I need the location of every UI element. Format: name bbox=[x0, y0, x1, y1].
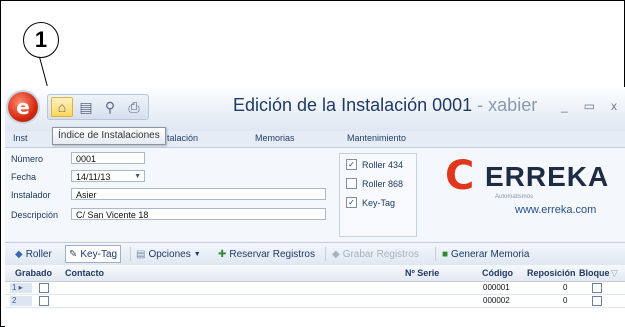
check-label: Key-Tag bbox=[362, 197, 396, 208]
callout-marker: 1 bbox=[23, 22, 59, 58]
roller-button[interactable]: ◆ Roller bbox=[15, 246, 52, 262]
chevron-down-icon[interactable]: ▼ bbox=[134, 171, 141, 183]
bloque-checkbox[interactable] bbox=[592, 296, 602, 306]
print-icon[interactable]: ⎙ bbox=[123, 97, 145, 117]
col-bloque[interactable]: Bloque bbox=[579, 268, 610, 278]
keytag-button[interactable]: ✎ Key-Tag bbox=[65, 245, 122, 263]
menu-item-instalacion[interactable]: Inst bbox=[13, 133, 28, 143]
roller-icon: ◆ bbox=[15, 248, 23, 260]
instalador-field[interactable]: Asier bbox=[71, 188, 326, 200]
fecha-label: Fecha bbox=[11, 172, 37, 182]
erreka-logo: C ERREKA Automatismos www.erreka.com bbox=[445, 156, 615, 216]
home-icon[interactable]: ⌂ bbox=[51, 97, 73, 117]
window-title-user: - xabier bbox=[472, 95, 538, 115]
minimize-button[interactable]: _ bbox=[561, 99, 568, 113]
device-type-group: ✓ Roller 434 Roller 868 ✓ Key-Tag bbox=[339, 153, 417, 237]
logo-word: ERREKA bbox=[485, 161, 610, 192]
check-label: Roller 868 bbox=[362, 178, 404, 189]
memory-icon: ■ bbox=[442, 248, 449, 260]
row-number: 1 ▸ bbox=[10, 283, 32, 293]
installation-form: Número 0001 Fecha 14/11/13 ▼ Instalador A… bbox=[5, 148, 625, 241]
records-grid: Grabado Contacto Nº Serie Código Reposic… bbox=[5, 265, 625, 327]
grabado-checkbox[interactable] bbox=[39, 296, 49, 306]
table-row[interactable]: 2 000002 0 bbox=[5, 295, 625, 308]
col-serie[interactable]: Nº Serie bbox=[405, 268, 439, 278]
close-button[interactable]: x bbox=[611, 99, 617, 113]
pen-icon: ✎ bbox=[69, 248, 78, 260]
toolbar-divider bbox=[130, 247, 131, 261]
window-title: Edición de la Instalación 0001 - xabier bbox=[233, 95, 537, 116]
opciones-label: Opciones bbox=[148, 248, 191, 260]
generar-memoria-button[interactable]: ■ Generar Memoria bbox=[442, 246, 529, 262]
record-icon: ◆ bbox=[332, 248, 340, 260]
title-bar: e ⌂ ▤ ⚲ ⎙ Edición de la Instalación 0001… bbox=[5, 87, 625, 131]
logo-e-icon: C bbox=[445, 153, 475, 199]
roller-label: Roller bbox=[25, 248, 52, 260]
logo-subtitle: Automatismos bbox=[495, 194, 534, 200]
reposicion-cell: 0 bbox=[563, 296, 568, 305]
reposicion-cell: 0 bbox=[563, 283, 568, 292]
numero-field[interactable]: 0001 bbox=[71, 152, 145, 164]
logo-url[interactable]: www.erreka.com bbox=[515, 204, 596, 216]
reservar-registros-button[interactable]: ✚ Reservar Registros bbox=[218, 246, 315, 262]
toolbar-divider bbox=[325, 247, 326, 261]
codigo-cell: 000001 bbox=[483, 283, 510, 292]
maximize-button[interactable]: ▭ bbox=[584, 99, 595, 113]
checkbox-unchecked-icon[interactable] bbox=[346, 178, 357, 189]
row-number: 2 bbox=[10, 296, 32, 306]
bloque-checkbox[interactable] bbox=[592, 283, 602, 293]
application-window: e ⌂ ▤ ⚲ ⎙ Edición de la Instalación 0001… bbox=[5, 87, 625, 327]
search-icon[interactable]: ⚲ bbox=[99, 97, 121, 117]
grabado-checkbox[interactable] bbox=[39, 283, 49, 293]
menu-item-mantenimiento[interactable]: Mantenimiento bbox=[347, 133, 406, 143]
descripcion-label: Descripción bbox=[11, 210, 59, 220]
instalador-label: Instalador bbox=[11, 190, 51, 200]
check-roller-868[interactable]: Roller 868 bbox=[346, 178, 403, 189]
row-number-text: 1 bbox=[12, 283, 17, 292]
check-label: Roller 434 bbox=[362, 159, 404, 170]
generar-label: Generar Memoria bbox=[451, 248, 530, 260]
add-records-icon: ✚ bbox=[218, 248, 227, 260]
col-codigo[interactable]: Código bbox=[482, 268, 513, 278]
opciones-button[interactable]: ▤ Opciones ▼ bbox=[136, 246, 201, 262]
save-icon[interactable]: ▤ bbox=[75, 97, 97, 117]
numero-label: Número bbox=[11, 154, 44, 164]
reservar-label: Reservar Registros bbox=[229, 248, 315, 260]
checkbox-checked-icon[interactable]: ✓ bbox=[346, 159, 357, 170]
menu-item-instalacion-rest[interactable]: talación bbox=[167, 133, 198, 143]
check-key-tag[interactable]: ✓ Key-Tag bbox=[346, 197, 395, 208]
row-number-text: 2 bbox=[12, 296, 17, 305]
col-contacto[interactable]: Contacto bbox=[65, 268, 104, 278]
keytag-label: Key-Tag bbox=[80, 248, 118, 260]
descripcion-field[interactable]: C/ San Vicente 18 bbox=[71, 208, 326, 220]
checkbox-checked-icon[interactable]: ✓ bbox=[346, 197, 357, 208]
codigo-cell: 000002 bbox=[483, 296, 510, 305]
window-title-text: Edición de la Instalación 0001 bbox=[233, 95, 473, 115]
chevron-down-icon: ▼ bbox=[193, 250, 201, 258]
callout-number: 1 bbox=[34, 27, 48, 52]
quick-access-toolbar: ⌂ ▤ ⚲ ⎙ bbox=[47, 94, 149, 120]
grabar-registros-button[interactable]: ◆ Grabar Registros bbox=[332, 246, 419, 262]
window-controls: _ ▭ x bbox=[561, 99, 617, 113]
grid-header: Grabado Contacto Nº Serie Código Reposic… bbox=[5, 265, 625, 282]
menu-item-memorias[interactable]: Memorias bbox=[255, 133, 295, 143]
table-row[interactable]: 1 ▸ 000001 0 bbox=[5, 282, 625, 295]
col-reposicion[interactable]: Reposición bbox=[527, 268, 576, 278]
toolbar-divider bbox=[435, 247, 436, 261]
fecha-field[interactable]: 14/11/13 ▼ bbox=[71, 170, 145, 182]
grabar-label: Grabar Registros bbox=[342, 248, 419, 260]
app-orb-icon[interactable]: e bbox=[8, 92, 38, 122]
list-icon: ▤ bbox=[136, 248, 146, 260]
check-roller-434[interactable]: ✓ Roller 434 bbox=[346, 159, 403, 170]
filter-icon[interactable]: ▽ bbox=[611, 268, 618, 279]
fecha-value: 14/11/13 bbox=[76, 172, 111, 182]
tooltip: Índice de Instalaciones bbox=[52, 127, 166, 145]
record-toolbar: ◆ Roller ✎ Key-Tag ▤ Opciones ▼ ✚ Reservar Re… bbox=[5, 242, 625, 266]
col-grabado[interactable]: Grabado bbox=[15, 268, 52, 278]
